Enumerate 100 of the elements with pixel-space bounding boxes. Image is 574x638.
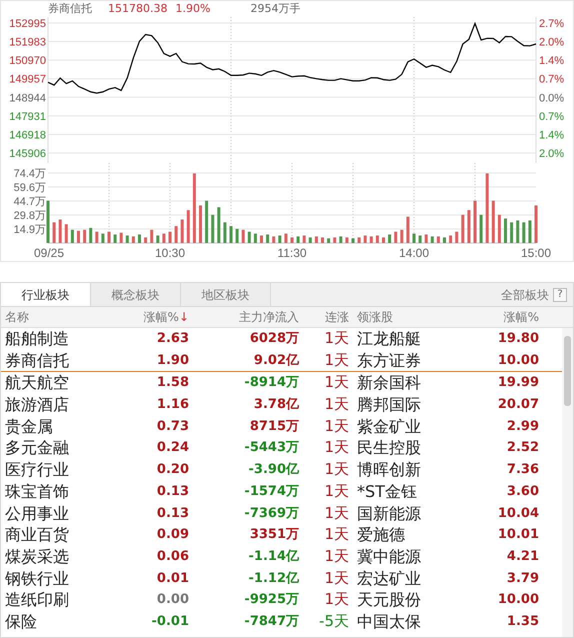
volume-bar	[272, 236, 276, 243]
table-cell-text: -1.12亿	[248, 570, 299, 588]
table-cell-text: 造纸印刷	[4, 589, 70, 611]
table-cell-text: 1.90	[156, 352, 189, 370]
tab[interactable]: 地区板块	[181, 283, 271, 306]
volume-bar	[321, 237, 324, 243]
tab[interactable]: 概念板块	[91, 283, 181, 306]
table-cell-text: 2.63	[156, 330, 189, 348]
volume-bar	[382, 237, 385, 243]
volume-bar	[260, 236, 263, 243]
table-cell-text: 1天	[323, 568, 349, 589]
volume-bar	[46, 200, 50, 243]
table-cell-text: 腾邦国际	[356, 394, 422, 416]
table-cell-text: -3.90亿	[248, 461, 299, 480]
table-cell-text: -7369万	[243, 504, 299, 522]
column-header: 领涨股	[356, 309, 394, 326]
volume-bar	[254, 234, 257, 243]
volume-bar	[370, 236, 373, 243]
table-cell-text: 0.09	[156, 526, 189, 544]
table-cell-text: 多元金融	[4, 437, 70, 460]
table-cell-text: 3351万	[248, 526, 299, 544]
volume-bar	[492, 200, 495, 243]
column-header: 名称	[4, 309, 30, 326]
scrollbar-thumb	[564, 336, 571, 406]
table-cell-text: -1.14亿	[248, 548, 299, 566]
volume-bar	[333, 237, 336, 243]
table-cell-text: 0.01	[156, 570, 189, 588]
axis-label: 146918	[9, 129, 46, 142]
volume-bar	[424, 234, 428, 243]
volume-bar	[486, 173, 489, 243]
table-cell-text: 3.79	[506, 570, 539, 588]
help-button[interactable]: ?	[553, 288, 567, 302]
table-cell-text: 9.02亿	[252, 352, 299, 370]
table-cell-text: 0.13	[156, 504, 189, 522]
axis-label: 148944	[9, 92, 46, 104]
table-cell-text: 船舶制造	[4, 328, 70, 350]
table-cell-text: 19.99	[496, 374, 539, 392]
table-cell-text: 1天	[323, 480, 349, 502]
axis-label: 147931	[9, 110, 46, 123]
table-cell-text: 医疗行业	[4, 459, 70, 481]
volume-bar	[186, 210, 190, 243]
table-cell-text: 1.35	[506, 612, 539, 631]
table-cell-text: 1天	[323, 459, 349, 480]
table-cell-text: 1天	[323, 589, 349, 610]
table-cell-text: 0.20	[156, 461, 189, 480]
table-cell-text: 博晖创新	[356, 459, 422, 481]
table-cell-text: 煤炭采选	[4, 546, 70, 568]
volume-bar	[510, 222, 514, 243]
table-cell-text: 0.06	[156, 548, 189, 566]
table-cell-text: 10.00	[496, 352, 539, 370]
volume-bar	[388, 234, 392, 243]
axis-label: 74.4万	[14, 168, 46, 180]
table-cell-text: 民生控股	[356, 437, 422, 460]
tab[interactable]: 行业板块	[1, 283, 91, 306]
volume-bar	[108, 232, 110, 243]
axis-label: 0.0%	[539, 92, 564, 104]
axis-label: 29.8万	[14, 210, 46, 222]
volume-bar	[89, 228, 92, 243]
volume-bar	[242, 230, 245, 243]
table-cell-text: 旅游酒店	[4, 394, 70, 416]
table-cell-text: 公用事业	[4, 502, 70, 524]
table-cell-text: 商业百货	[4, 524, 70, 546]
table-cell-text: -5天	[318, 610, 349, 632]
volume-bar	[132, 236, 135, 243]
axis-label: 152995	[9, 18, 46, 30]
volume-bar	[522, 222, 526, 243]
table-cell-text: 1天	[323, 524, 349, 546]
table-cell-text: 3.78亿	[252, 396, 299, 414]
axis-label: 0.7%	[539, 110, 564, 123]
volume-bar	[199, 205, 202, 243]
volume-bar	[248, 232, 251, 243]
table-cell-text: 贵金属	[4, 416, 54, 438]
volume-bar	[77, 230, 80, 243]
volume-bar	[504, 218, 507, 243]
table-cell-text: 江龙船艇	[356, 328, 422, 350]
table-cell-text: 天元股份	[356, 589, 422, 611]
volume-bar	[467, 210, 470, 243]
table-cell-text: 1天	[323, 437, 349, 458]
table-cell-text: 保险	[4, 610, 38, 633]
volume-bar	[376, 236, 379, 243]
volume-bar	[498, 214, 501, 243]
table-cell-text: 1天	[323, 372, 349, 394]
axis-label: 0.7%	[539, 74, 564, 86]
volume-bar	[394, 232, 398, 243]
table-cell-text: 宏达矿业	[356, 568, 422, 590]
axis-label: 149957	[9, 74, 46, 86]
table-cell-text: *ST金钰	[356, 480, 418, 502]
table-cell-text: 10.01	[496, 526, 539, 544]
table-cell-text: 钢铁行业	[4, 568, 70, 590]
table-cell-text: 6028万	[248, 330, 299, 348]
volume-bar	[126, 236, 129, 243]
volume-total: 2954万手	[250, 1, 300, 17]
volume-bar	[70, 230, 74, 243]
volume-bar	[192, 173, 196, 243]
column-header: 连涨	[324, 309, 349, 326]
table-cell-text: 3.60	[506, 482, 539, 501]
table-cell-text: 19.80	[496, 330, 539, 348]
table-cell-text: 0.13	[156, 482, 189, 501]
volume-bar	[230, 226, 232, 243]
volume-bar	[436, 236, 440, 243]
